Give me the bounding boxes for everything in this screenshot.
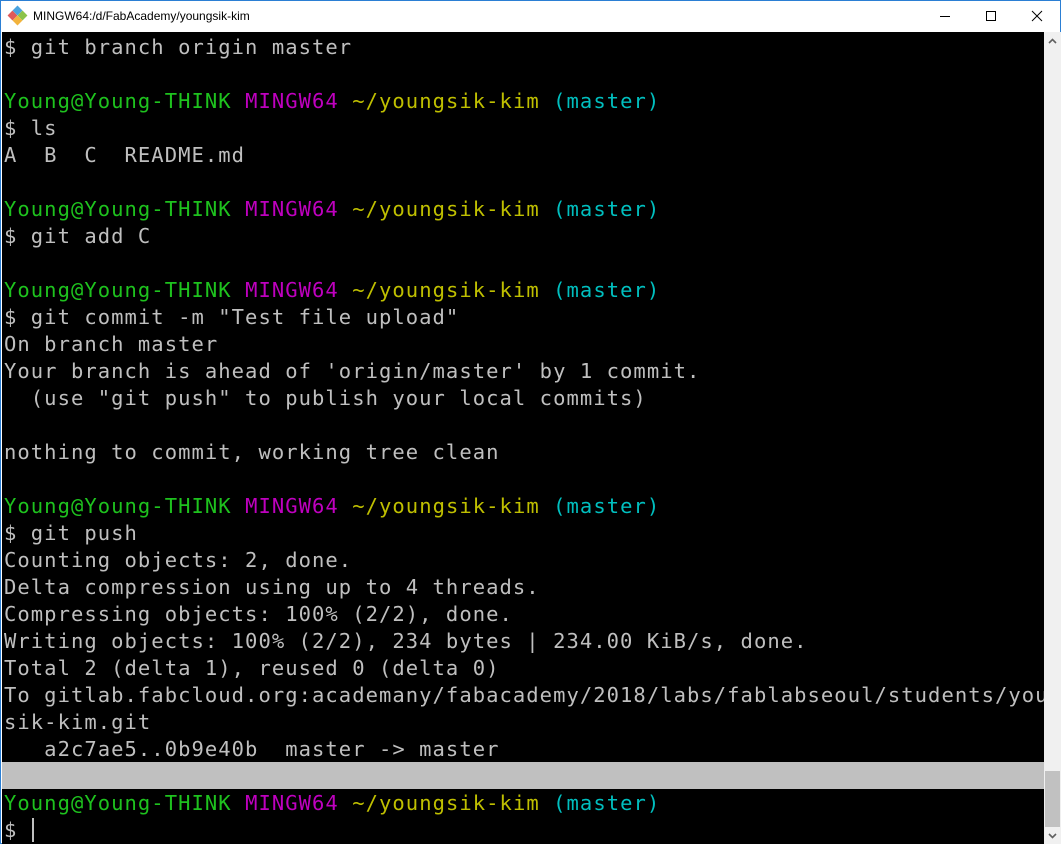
output-line: To gitlab.fabcloud.org:academany/fabacad…	[4, 683, 1044, 707]
output-line: Compressing objects: 100% (2/2), done.	[4, 602, 513, 626]
prompt-branch: (master)	[553, 89, 661, 113]
prompt-branch: (master)	[553, 197, 661, 221]
terminal-window: MINGW64:/d/FabAcademy/youngsik-kim $ git…	[0, 0, 1061, 844]
prompt-user-host: Young@Young-THINK	[4, 494, 232, 518]
highlighted-line	[4, 763, 1044, 790]
window-controls	[922, 1, 1060, 31]
output-line: sik-kim.git	[4, 710, 152, 734]
prompt-shell: MINGW64	[245, 89, 339, 113]
input-prompt-symbol: $	[4, 818, 31, 842]
maximize-button[interactable]	[968, 1, 1014, 31]
command-line: $ ls	[4, 116, 58, 140]
output-line: (use "git push" to publish your local co…	[4, 386, 647, 410]
command-line: $ git push	[4, 521, 138, 545]
maximize-icon	[986, 11, 996, 21]
vertical-scrollbar[interactable]	[1044, 32, 1061, 844]
scroll-up-button[interactable]	[1044, 32, 1061, 49]
chevron-up-icon	[1048, 37, 1057, 44]
prompt-path: ~/youngsik-kim	[352, 494, 540, 518]
prompt-line: Young@Young-THINK MINGW64 ~/youngsik-kim…	[4, 493, 1044, 520]
chevron-down-icon	[1048, 832, 1057, 839]
prompt-branch: (master)	[553, 278, 661, 302]
output-line: On branch master	[4, 332, 219, 356]
title-bar[interactable]: MINGW64:/d/FabAcademy/youngsik-kim	[1, 1, 1060, 31]
prompt-line: Young@Young-THINK MINGW64 ~/youngsik-kim…	[4, 196, 1044, 223]
prompt-path: ~/youngsik-kim	[352, 89, 540, 113]
minimize-icon	[940, 16, 950, 17]
input-line: $	[4, 817, 1044, 844]
prompt-shell: MINGW64	[245, 494, 339, 518]
scrollbar-thumb[interactable]	[1045, 771, 1060, 827]
command-line: $ git add C	[4, 224, 152, 248]
prompt-branch: (master)	[553, 791, 661, 815]
output-line: Total 2 (delta 1), reused 0 (delta 0)	[4, 656, 500, 680]
minimize-button[interactable]	[922, 1, 968, 31]
prompt-user-host: Young@Young-THINK	[4, 278, 232, 302]
prompt-shell: MINGW64	[245, 791, 339, 815]
output-line: Counting objects: 2, done.	[4, 548, 353, 572]
output-line: Delta compression using up to 4 threads.	[4, 575, 540, 599]
prompt-branch: (master)	[553, 494, 661, 518]
prompt-shell: MINGW64	[245, 278, 339, 302]
output-line: nothing to commit, working tree clean	[4, 440, 500, 464]
output-line: A B C README.md	[4, 143, 246, 167]
terminal-output[interactable]: $ git branch origin master Young@Young-TH…	[2, 32, 1044, 844]
window-title: MINGW64:/d/FabAcademy/youngsik-kim	[33, 9, 250, 23]
command-line: $ git commit -m "Test file upload"	[4, 305, 460, 329]
prompt-line: Young@Young-THINK MINGW64 ~/youngsik-kim…	[4, 277, 1044, 304]
prompt-user-host: Young@Young-THINK	[4, 89, 232, 113]
close-button[interactable]	[1014, 1, 1060, 31]
prompt-line: Young@Young-THINK MINGW64 ~/youngsik-kim…	[4, 88, 1044, 115]
output-line: Your branch is ahead of 'origin/master' …	[4, 359, 701, 383]
prompt-path: ~/youngsik-kim	[352, 197, 540, 221]
terminal-lines: $ git branch origin master Young@Young-TH…	[4, 34, 1044, 844]
command-line: $ git branch origin master	[4, 35, 353, 59]
scroll-down-button[interactable]	[1044, 827, 1061, 844]
output-line: a2c7ae5..0b9e40b master -> master	[4, 737, 500, 761]
prompt-line: Young@Young-THINK MINGW64 ~/youngsik-kim…	[4, 790, 1044, 817]
prompt-path: ~/youngsik-kim	[352, 278, 540, 302]
close-icon	[1031, 10, 1043, 22]
prompt-path: ~/youngsik-kim	[352, 791, 540, 815]
output-line: Writing objects: 100% (2/2), 234 bytes |…	[4, 629, 808, 653]
text-cursor	[31, 818, 34, 842]
prompt-shell: MINGW64	[245, 197, 339, 221]
prompt-user-host: Young@Young-THINK	[4, 197, 232, 221]
prompt-user-host: Young@Young-THINK	[4, 791, 232, 815]
git-bash-icon	[7, 5, 28, 26]
